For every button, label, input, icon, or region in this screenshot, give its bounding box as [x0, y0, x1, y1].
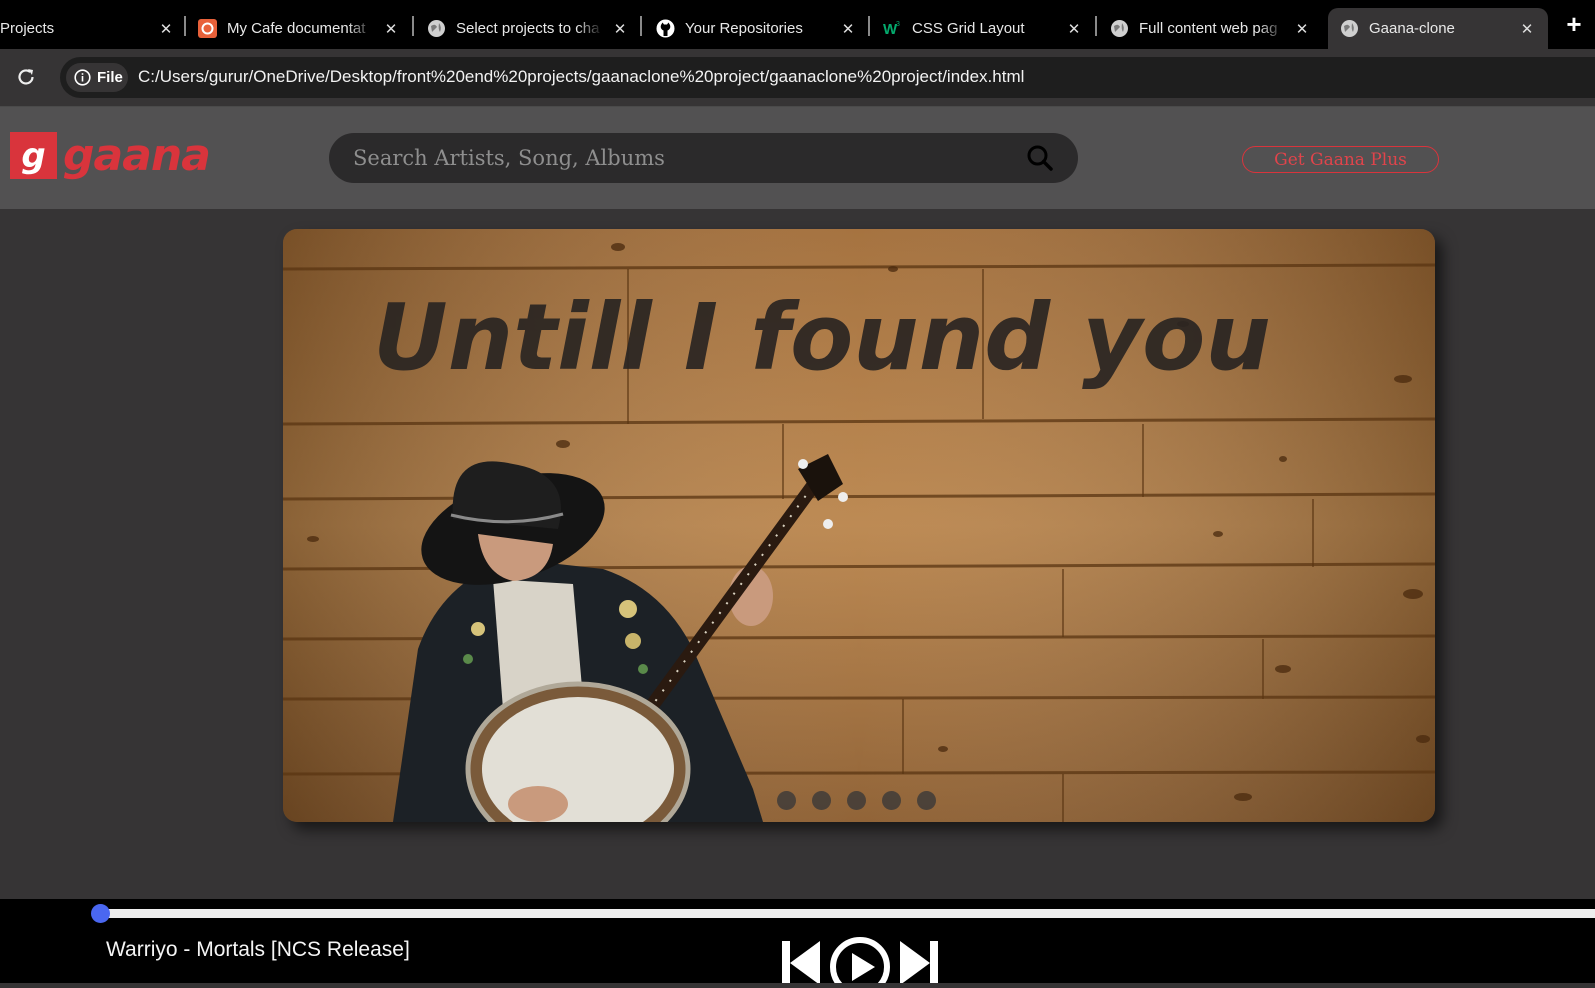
song-title: Warriyo - Mortals [NCS Release] — [106, 938, 410, 961]
tab-title: CSS Grid Layout — [912, 20, 1025, 37]
logo-wordmark: gaana — [63, 130, 211, 181]
slider-dot[interactable] — [776, 791, 796, 810]
tab-separator — [868, 16, 870, 36]
tab-my-cafe[interactable]: My Cafe documentat ✕ — [198, 8, 400, 49]
w3schools-icon: W3 — [883, 19, 902, 38]
new-tab-button[interactable]: + — [1562, 11, 1586, 37]
globe-icon — [427, 19, 446, 38]
browser-tab-strip: Projects ✕ My Cafe documentat ✕ Select p… — [0, 0, 1595, 49]
tab-title: Projects — [0, 20, 55, 37]
tab-title: Your Repositories — [685, 20, 803, 37]
seek-bar[interactable] — [100, 909, 1595, 918]
address-bar[interactable]: File C:/Users/gurur/OneDrive/Desktop/fro… — [60, 57, 1595, 98]
tab-select-projects[interactable]: Select projects to cha ✕ — [427, 8, 629, 49]
svg-text:3: 3 — [896, 21, 900, 28]
tab-separator — [1095, 16, 1097, 36]
tab-separator — [412, 16, 414, 36]
seek-thumb[interactable] — [91, 904, 110, 923]
next-icon[interactable] — [900, 941, 938, 985]
tab-close-icon[interactable]: ✕ — [382, 20, 400, 38]
gaana-logo[interactable]: g gaana — [10, 130, 211, 181]
tab-css-grid-layout[interactable]: W3 CSS Grid Layout ✕ — [883, 8, 1083, 49]
get-gaana-plus-button[interactable]: Get Gaana Plus — [1242, 146, 1439, 173]
tab-close-icon[interactable]: ✕ — [157, 20, 175, 38]
github-icon — [656, 19, 675, 38]
banner-slider[interactable]: Untill I found you — [283, 229, 1435, 822]
tab-title: Full content web pag — [1139, 20, 1278, 37]
tab-close-icon[interactable]: ✕ — [839, 20, 857, 38]
tab-title: Gaana-clone — [1369, 20, 1455, 37]
banner-title: Untill I found you — [373, 284, 1271, 391]
chip-label: File — [97, 69, 123, 86]
tab-projects[interactable]: Projects ✕ — [0, 8, 175, 49]
site-info-chip[interactable]: File — [66, 63, 128, 92]
globe-icon — [1340, 19, 1359, 38]
tab-close-icon[interactable]: ✕ — [1293, 20, 1311, 38]
banner-image: Untill I found you — [283, 229, 1435, 822]
logo-mark: g — [10, 132, 57, 179]
tab-title: Select projects to cha — [456, 20, 600, 37]
tab-close-icon[interactable]: ✕ — [611, 20, 629, 38]
tab-full-content-web-page[interactable]: Full content web pag ✕ — [1110, 8, 1311, 49]
reload-icon[interactable] — [14, 65, 38, 89]
search-input[interactable] — [353, 133, 993, 183]
url-text[interactable]: C:/Users/gurur/OneDrive/Desktop/front%20… — [138, 67, 1024, 87]
main-content: Untill I found you — [0, 209, 1595, 899]
globe-icon — [1110, 19, 1129, 38]
tab-close-icon[interactable]: ✕ — [1518, 20, 1536, 38]
cafe-icon — [198, 19, 217, 38]
slider-dots — [283, 791, 1435, 810]
tab-separator — [184, 16, 186, 36]
slider-dot[interactable] — [811, 791, 831, 810]
previous-icon[interactable] — [782, 941, 820, 985]
slider-dot[interactable] — [846, 791, 866, 810]
site-header: g gaana Get Gaana Plus — [0, 107, 1595, 209]
playback-controls — [780, 937, 940, 988]
play-icon[interactable] — [830, 937, 890, 988]
browser-toolbar: File C:/Users/gurur/OneDrive/Desktop/fro… — [0, 49, 1595, 107]
slider-dot[interactable] — [916, 791, 936, 810]
search-bar — [329, 133, 1078, 183]
tab-your-repositories[interactable]: Your Repositories ✕ — [656, 8, 857, 49]
tab-gaana-clone[interactable]: Gaana-clone ✕ — [1328, 8, 1548, 49]
slider-dot[interactable] — [881, 791, 901, 810]
tab-close-icon[interactable]: ✕ — [1065, 20, 1083, 38]
search-icon[interactable] — [1026, 144, 1054, 172]
tab-title: My Cafe documentat — [227, 20, 366, 37]
music-player-bar: Warriyo - Mortals [NCS Release] — [0, 899, 1595, 988]
info-icon — [74, 69, 91, 86]
tab-separator — [640, 16, 642, 36]
